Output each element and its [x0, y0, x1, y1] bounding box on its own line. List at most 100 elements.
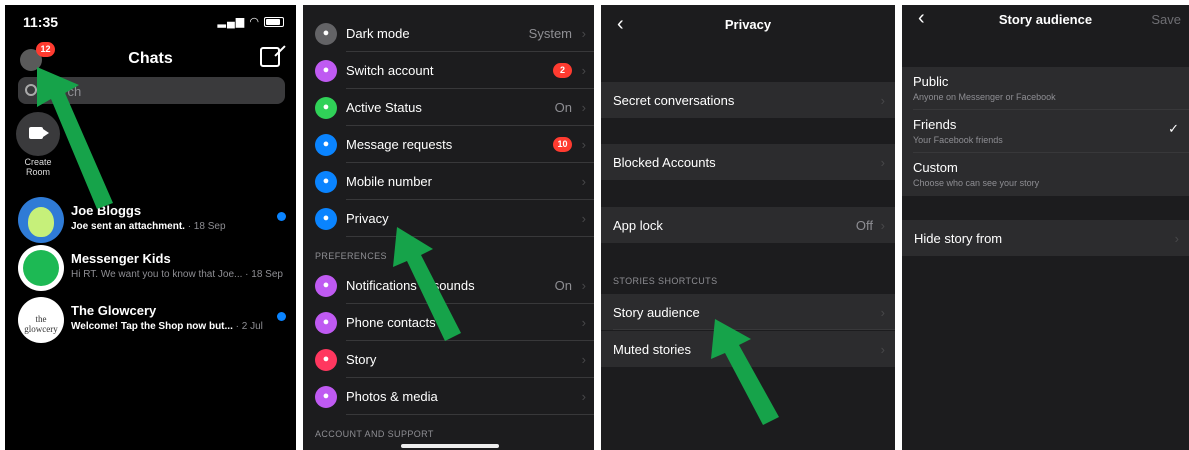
chevron-right-icon: › — [581, 100, 586, 115]
item-label: Hide story from — [914, 231, 1003, 246]
hide-story-from-item[interactable]: Hide story from › — [902, 220, 1189, 256]
option-description: Your Facebook friends — [913, 135, 1003, 145]
stories-shortcuts-header: STORIES SHORTCUTS — [613, 276, 718, 286]
signal-icon: ▂▄▆ — [217, 16, 246, 28]
chevron-right-icon: › — [880, 305, 885, 320]
chevron-right-icon: › — [581, 137, 586, 152]
item-label: Secret conversations — [613, 93, 735, 108]
status-icons: ▂▄▆ ◠ — [218, 15, 284, 28]
item-value: System — [528, 26, 572, 41]
chevron-right-icon: › — [581, 211, 586, 226]
audience-option-public[interactable]: Public Anyone on Messenger or Facebook — [902, 67, 1189, 110]
photos-icon: ● — [315, 386, 337, 408]
item-label: App lock — [613, 218, 663, 233]
settings-item[interactable]: ● Photos & media › — [303, 379, 594, 415]
message-requests-icon: ● — [315, 134, 337, 156]
story-icon: ● — [315, 349, 337, 371]
item-label: Muted stories — [613, 342, 692, 357]
item-value: On — [554, 278, 572, 293]
chevron-right-icon: › — [581, 63, 586, 78]
conversation-preview: Joe sent an attachment. · 18 Sep — [71, 221, 226, 232]
conversation-row[interactable]: the glowcery The Glowcery Welcome! Tap t… — [5, 297, 296, 343]
phone-icon: ● — [315, 171, 337, 193]
item-label: Switch account — [346, 63, 434, 78]
shield-icon: ● — [315, 208, 337, 230]
item-label: Privacy — [346, 211, 389, 226]
settings-item[interactable]: ● Message requests 10 › — [303, 127, 594, 163]
status-time: 11:35 — [23, 14, 59, 30]
wifi-icon: ◠ — [249, 16, 260, 28]
count-badge: 2 — [553, 63, 572, 78]
preferences-header: PREFERENCES — [315, 251, 387, 261]
unread-dot — [277, 312, 286, 321]
item-label: Story — [346, 352, 377, 367]
account-support-header: ACCOUNT AND SUPPORT — [315, 429, 434, 439]
item-label: Mobile number — [346, 174, 432, 189]
story-audience-title: Story audience — [998, 12, 1093, 27]
chevron-right-icon: › — [1174, 231, 1179, 246]
status-bar: 11:35 ▂▄▆ ◠ — [5, 5, 296, 35]
contacts-icon: ● — [315, 312, 337, 334]
option-label: Custom — [913, 160, 958, 175]
audience-option-custom[interactable]: Custom Choose who can see your story — [902, 153, 1189, 196]
settings-item[interactable]: ● Story › — [303, 342, 594, 378]
settings-item[interactable]: ● Active Status On › — [303, 90, 594, 126]
story-audience-screen: ‹ Story audience Save Public Anyone on M… — [902, 5, 1189, 450]
moon-icon: ● — [315, 23, 337, 45]
chevron-right-icon: › — [581, 389, 586, 404]
home-indicator — [401, 444, 499, 448]
chevron-right-icon: › — [581, 174, 586, 189]
chevron-right-icon: › — [581, 315, 586, 330]
option-description: Choose who can see your story — [913, 178, 1040, 188]
item-label: Dark mode — [346, 26, 410, 41]
option-description: Anyone on Messenger or Facebook — [913, 92, 1056, 102]
item-label: Blocked Accounts — [613, 155, 716, 170]
unread-dot — [277, 212, 286, 221]
blocked-accounts-item[interactable]: Blocked Accounts › — [601, 144, 895, 180]
privacy-nav-bar: ‹ Privacy — [601, 5, 895, 45]
settings-item[interactable]: ● Dark mode System › — [303, 16, 594, 52]
app-lock-item[interactable]: App lock Off › — [601, 207, 895, 243]
chats-screen: 11:35 ▂▄▆ ◠ 12 Chats Search Create Room … — [5, 5, 296, 450]
save-button[interactable]: Save — [1151, 12, 1181, 27]
active-status-icon: ● — [315, 97, 337, 119]
compose-icon[interactable] — [260, 47, 280, 67]
green-arrow-annotation — [37, 67, 113, 209]
chevron-right-icon: › — [880, 93, 885, 108]
story-audience-nav-bar: ‹ Story audience Save — [902, 5, 1189, 41]
chevron-right-icon: › — [880, 342, 885, 357]
conversation-name: The Glowcery — [71, 303, 157, 318]
item-label: Message requests — [346, 137, 453, 152]
option-label: Public — [913, 74, 949, 89]
item-label: Active Status — [346, 100, 422, 115]
conversation-name: Messenger Kids — [71, 251, 171, 266]
secret-conversations-item[interactable]: Secret conversations › — [601, 82, 895, 118]
green-arrow-annotation — [711, 319, 779, 425]
avatar — [18, 245, 64, 291]
option-label: Friends — [913, 117, 957, 132]
item-label: Story audience — [613, 305, 700, 320]
audience-option-friends[interactable]: Friends Your Facebook friends ✓ — [902, 110, 1189, 153]
privacy-title: Privacy — [724, 17, 772, 32]
item-label: Photos & media — [346, 389, 438, 404]
chevron-right-icon: › — [581, 26, 586, 41]
settings-screen: ● Dark mode System › ● Switch account 2 › ● Activ… — [303, 5, 594, 450]
conversation-preview: Welcome! Tap the Shop now but... · 2 Jul — [71, 321, 263, 332]
item-value: Off — [855, 218, 873, 233]
settings-item[interactable]: ● Switch account 2 › — [303, 53, 594, 89]
green-arrow-annotation — [393, 227, 461, 341]
chevron-right-icon: › — [880, 218, 885, 233]
count-badge: 10 — [553, 137, 572, 152]
bell-icon: ● — [315, 275, 337, 297]
chevron-right-icon: › — [581, 278, 586, 293]
privacy-screen: ‹ Privacy Secret conversations › Blocked… — [601, 5, 895, 450]
settings-item[interactable]: ● Mobile number › — [303, 164, 594, 200]
battery-icon — [264, 17, 284, 28]
chevron-right-icon: › — [581, 352, 586, 367]
conversation-row[interactable]: Messenger Kids Hi RT. We want you to kno… — [5, 245, 296, 291]
conversation-preview: Hi RT. We want you to know that Joe... ·… — [71, 269, 283, 280]
avatar: the glowcery — [18, 297, 64, 343]
item-value: On — [554, 100, 572, 115]
checkmark-icon: ✓ — [1168, 121, 1179, 136]
switch-account-icon: ● — [315, 60, 337, 82]
